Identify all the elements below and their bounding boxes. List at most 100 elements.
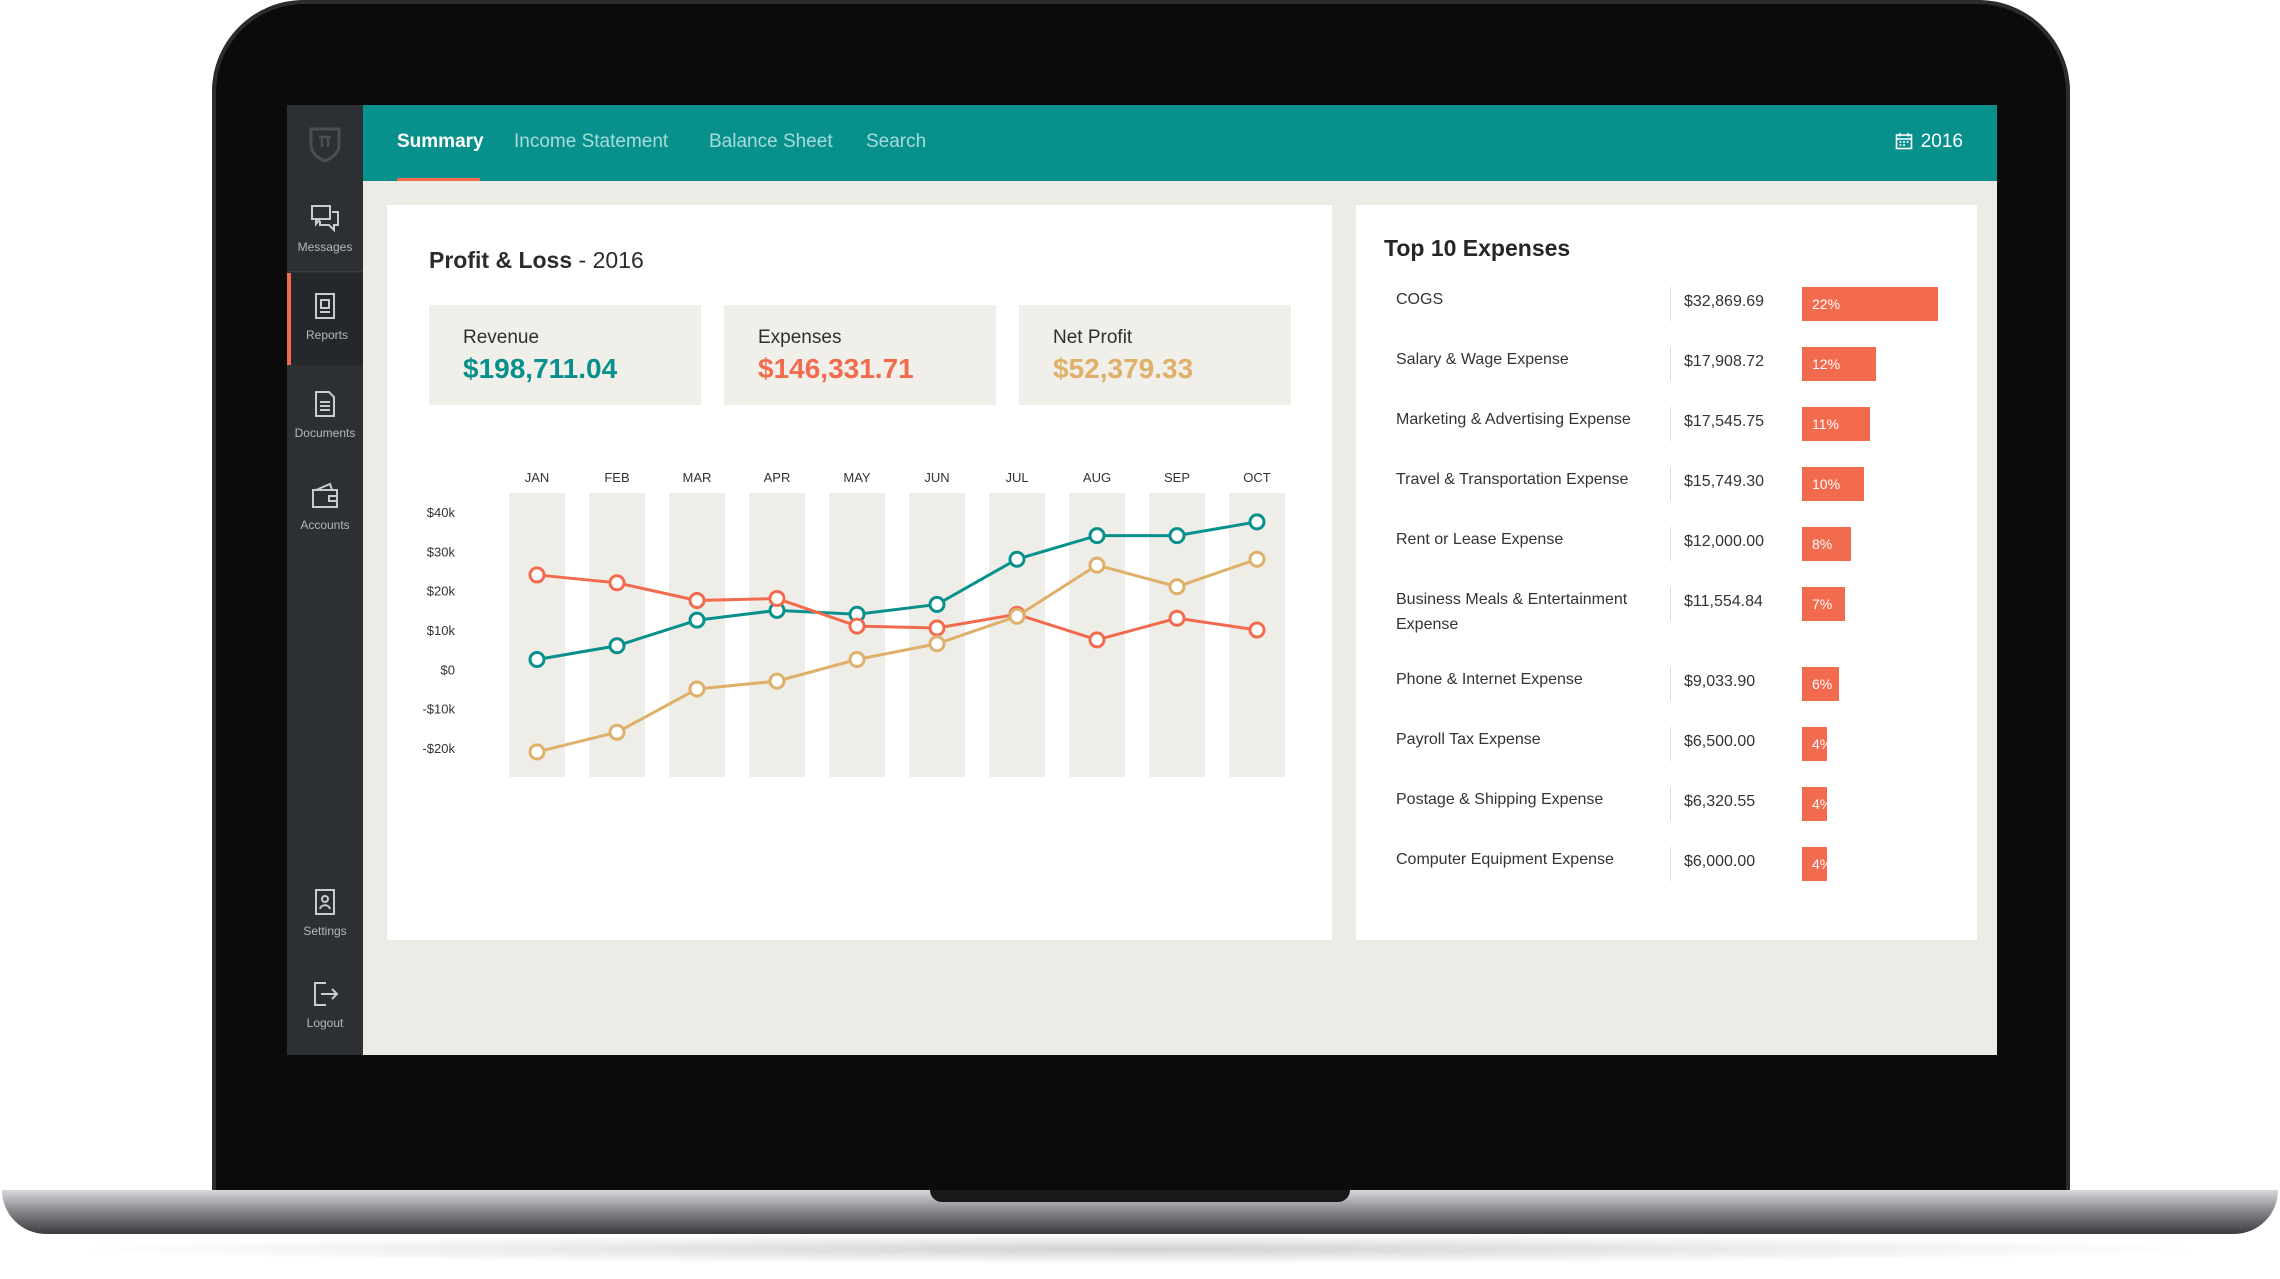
x-tick-label: OCT <box>1243 470 1271 485</box>
messages-icon <box>311 205 339 233</box>
expense-name: COGS <box>1396 291 1444 308</box>
data-point[interactable] <box>528 566 546 584</box>
data-point[interactable] <box>608 723 626 741</box>
calendar-icon <box>1895 133 1913 150</box>
expense-share-bar: 11% <box>1802 407 1870 441</box>
year-value: 2016 <box>1920 131 1963 152</box>
data-point[interactable] <box>688 592 706 609</box>
data-point[interactable] <box>928 595 946 613</box>
reports-icon <box>315 293 335 319</box>
expense-share-bar: 8% <box>1802 527 1851 561</box>
data-point[interactable] <box>608 637 626 655</box>
data-point[interactable] <box>528 743 546 761</box>
row-divider <box>1670 407 1671 441</box>
sidebar-item-label: Settings <box>303 924 347 938</box>
expense-name: Phone & Internet Expense <box>1396 671 1583 688</box>
expense-amount: $6,000.00 <box>1684 853 1756 870</box>
sidebar-item-logout[interactable]: Logout <box>287 961 363 1053</box>
row-divider <box>1670 467 1671 501</box>
top-nav-bar: Summary Income Statement Balance Sheet S… <box>363 105 1997 181</box>
data-point[interactable] <box>1168 527 1186 545</box>
settings-icon <box>315 889 335 915</box>
card-title: Top 10 Expenses <box>1384 235 1571 261</box>
data-point[interactable] <box>768 590 786 608</box>
x-tick-label: MAR <box>683 470 712 485</box>
sidebar-item-messages[interactable]: Messages <box>287 185 363 277</box>
app-screen: Messages Reports Documents Accounts Sett… <box>287 105 1997 1055</box>
active-tab-indicator <box>397 178 480 181</box>
sidebar-item-documents[interactable]: Documents <box>287 371 363 463</box>
data-point[interactable] <box>1088 527 1106 545</box>
y-tick-label: -$20k <box>422 741 455 756</box>
row-divider <box>1670 847 1671 881</box>
sidebar-item-label: Documents <box>294 426 356 440</box>
chart-column-band <box>749 493 805 777</box>
sidebar-item-accounts[interactable]: Accounts <box>287 463 363 555</box>
x-tick-label: SEP <box>1164 470 1190 485</box>
data-point[interactable] <box>928 635 946 653</box>
sidebar-item-settings[interactable]: Settings <box>287 869 363 961</box>
data-point[interactable] <box>1168 609 1186 627</box>
x-tick-label: APR <box>764 470 791 485</box>
chart-column-band <box>509 493 565 777</box>
data-point[interactable] <box>848 651 866 668</box>
data-point[interactable] <box>688 680 706 698</box>
sidebar-item-label: Messages <box>297 240 353 254</box>
expense-name: Salary & Wage Expense <box>1396 351 1569 368</box>
sidebar: Messages Reports Documents Accounts Sett… <box>287 105 363 1055</box>
expense-share-bar: 22% <box>1802 287 1938 321</box>
expense-amount: $15,749.30 <box>1684 473 1765 490</box>
data-point[interactable] <box>1248 513 1266 531</box>
x-tick-label: JUN <box>924 470 949 485</box>
x-tick-label: JUL <box>1005 470 1028 485</box>
data-point[interactable] <box>768 672 786 690</box>
data-point[interactable] <box>528 651 546 668</box>
y-tick-label: $10k <box>427 623 456 638</box>
year-selector[interactable]: 2016 <box>1895 131 1963 153</box>
row-divider <box>1670 787 1671 821</box>
expense-amount: $11,554.84 <box>1684 593 1763 610</box>
expense-share-bar: 4% <box>1802 787 1832 821</box>
top-expenses-card: Top 10 Expenses COGS $32,869.69 22% Salary … <box>1356 205 1977 940</box>
data-point[interactable] <box>1248 550 1266 568</box>
tab-summary[interactable]: Summary <box>397 131 484 153</box>
expense-share-bar: 4% <box>1802 847 1832 881</box>
data-point[interactable] <box>608 574 626 592</box>
expense-amount: $17,908.72 <box>1684 353 1765 370</box>
expense-amount: $9,033.90 <box>1684 673 1756 690</box>
tab-balance-sheet[interactable]: Balance Sheet <box>709 131 833 153</box>
expense-share-bar: 4% <box>1802 727 1832 761</box>
documents-icon <box>315 391 335 417</box>
logout-icon <box>314 982 339 1006</box>
expense-name: Postage & Shipping Expense <box>1396 791 1604 808</box>
sidebar-item-reports[interactable]: Reports <box>287 273 363 365</box>
x-tick-label: AUG <box>1083 470 1111 485</box>
data-point[interactable] <box>1168 578 1186 596</box>
chart-column-band <box>989 493 1045 777</box>
laptop-hinge-notch <box>930 1190 1350 1202</box>
tab-income-statement[interactable]: Income Statement <box>514 131 668 153</box>
data-point[interactable] <box>688 611 706 629</box>
data-point[interactable] <box>1248 621 1266 639</box>
sidebar-divider <box>287 271 363 272</box>
data-point[interactable] <box>1088 631 1106 649</box>
chart-column-band <box>829 493 885 777</box>
data-point[interactable] <box>848 617 866 635</box>
y-tick-label: -$10k <box>422 702 455 717</box>
expense-share-bar: 6% <box>1802 667 1839 701</box>
expense-name: Travel & Transportation Expense <box>1396 471 1629 488</box>
profit-loss-line-chart: JAN FEB MAR APR MAY JUN JUL AUG SEP OCT $40k $30k $2… <box>422 470 1285 777</box>
y-tick-label: $40k <box>427 505 456 520</box>
x-tick-label: JAN <box>525 470 550 485</box>
data-point[interactable] <box>1008 607 1026 625</box>
row-divider <box>1670 287 1671 321</box>
row-divider <box>1670 587 1671 621</box>
data-point[interactable] <box>928 619 946 637</box>
row-divider <box>1670 527 1671 561</box>
y-tick-label: $30k <box>427 544 456 559</box>
sidebar-item-label: Logout <box>306 1016 344 1030</box>
data-point[interactable] <box>1088 556 1106 574</box>
data-point[interactable] <box>1008 550 1026 568</box>
x-tick-label: FEB <box>604 470 629 485</box>
tab-search[interactable]: Search <box>866 131 926 153</box>
